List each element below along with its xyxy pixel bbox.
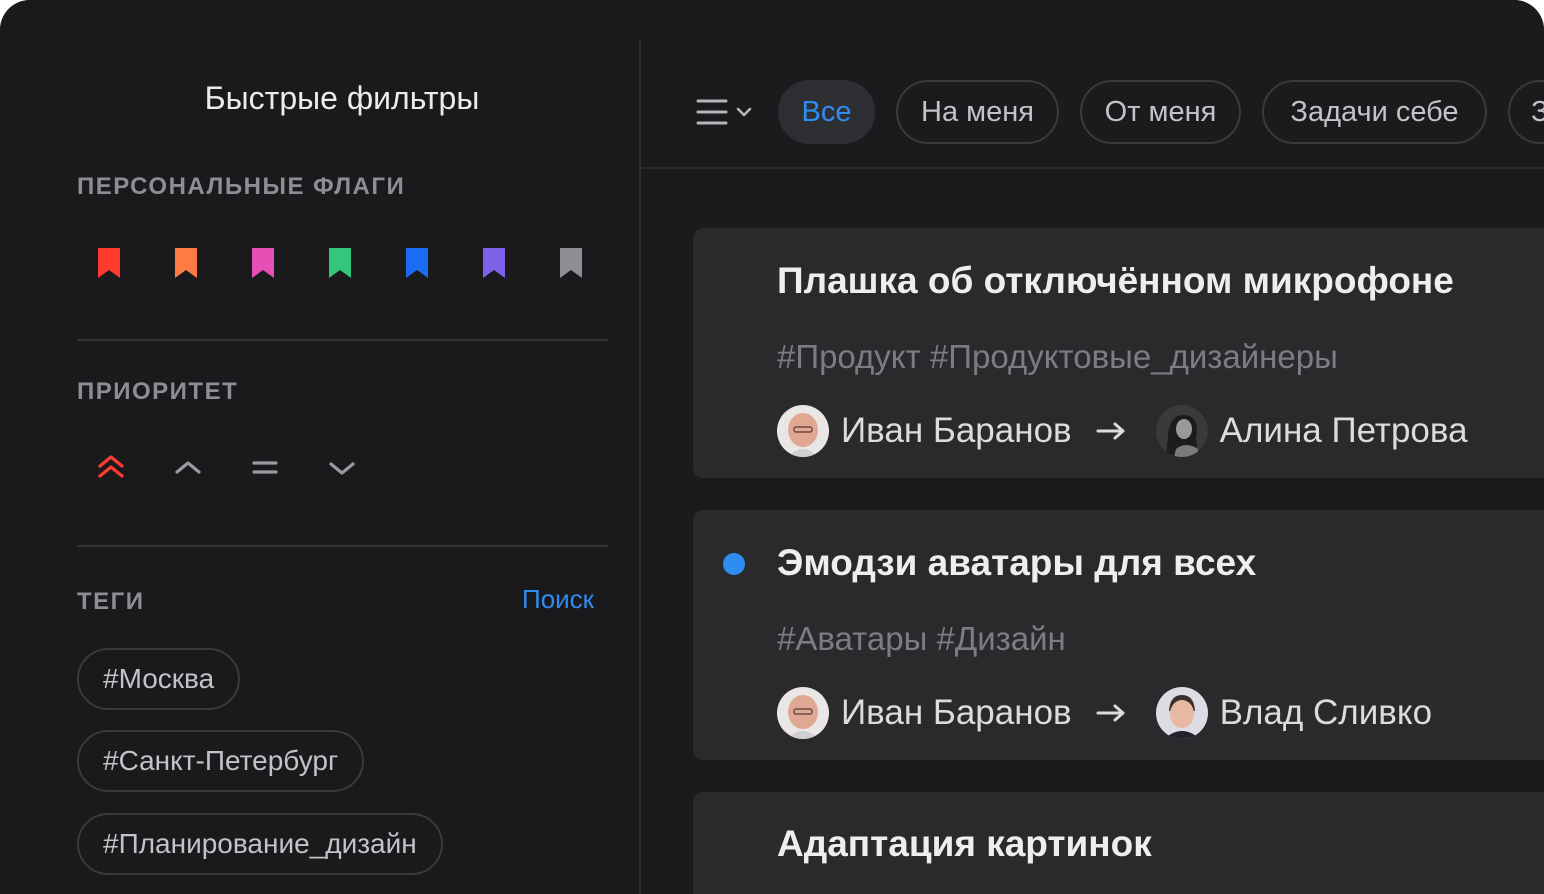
blue-flag-icon[interactable]: [404, 246, 430, 280]
task-assignment: Иван Баранов Алина Петрова: [777, 405, 1468, 457]
gray-flag-icon[interactable]: [558, 246, 584, 280]
task-title: Адаптация картинок: [777, 823, 1152, 864]
assignee-name: Влад Сливко: [1219, 693, 1433, 732]
author-name: Иван Баранов: [841, 411, 1072, 450]
orange-flag-icon[interactable]: [173, 246, 199, 280]
medium-priority-icon[interactable]: [250, 452, 280, 482]
arrow-right-icon: [1096, 422, 1125, 440]
sidebar-title: Быстрые фильтры: [204, 80, 480, 116]
green-flag-icon[interactable]: [327, 246, 353, 280]
high-priority-icon[interactable]: [173, 452, 203, 482]
personal-flags-label: ПЕРСОНАЛЬНЫЕ ФЛАГИ: [77, 173, 406, 200]
quick-filters-sidebar: Быстрые фильтры ПЕРСОНАЛЬНЫЕ ФЛАГИ ПРИОР…: [0, 0, 640, 894]
tag-chip[interactable]: #Планирование_дизайн: [77, 813, 443, 875]
task-card[interactable]: Эмодзи аватары для всех #Аватары #Дизайн…: [693, 510, 1544, 760]
task-assignment: Иван Баранов Влад Сливко: [777, 687, 1432, 739]
author-name: Иван Баранов: [841, 693, 1072, 732]
tab-from-me[interactable]: От меня: [1080, 80, 1241, 144]
priority-list: [96, 452, 357, 482]
assignee-name: Алина Петрова: [1219, 411, 1468, 450]
low-priority-icon[interactable]: [327, 452, 357, 482]
tag-chip[interactable]: #Санкт-Петербург: [77, 730, 365, 792]
app-window: Быстрые фильтры ПЕРСОНАЛЬНЫЕ ФЛАГИ ПРИОР…: [0, 0, 1544, 894]
tag-chip[interactable]: #Москва: [77, 648, 241, 710]
personal-flags-list: [96, 246, 584, 280]
task-card[interactable]: Адаптация картинок: [693, 792, 1544, 894]
tab-assigned-to-me[interactable]: На меня: [896, 80, 1059, 144]
tags-search-link[interactable]: Поиск: [522, 584, 594, 615]
task-tags: #Аватары #Дизайн: [777, 620, 1066, 657]
avatar: [1155, 687, 1208, 739]
section-divider: [77, 339, 608, 341]
tags-label: ТЕГИ: [77, 588, 145, 615]
highest-priority-icon[interactable]: [96, 452, 126, 482]
section-divider: [77, 545, 608, 547]
task-tags: #Продукт #Продуктовые_дизайнеры: [777, 338, 1338, 375]
tab-all[interactable]: Все: [778, 80, 875, 144]
unread-indicator: [723, 553, 745, 575]
arrow-right-icon: [1096, 704, 1125, 722]
pink-flag-icon[interactable]: [250, 246, 276, 280]
avatar: [777, 405, 829, 457]
red-flag-icon[interactable]: [96, 246, 122, 280]
purple-flag-icon[interactable]: [481, 246, 507, 280]
avatar: [1155, 405, 1208, 457]
task-title: Плашка об отключённом микрофоне: [777, 260, 1454, 301]
task-title: Эмодзи аватары для всех: [777, 542, 1257, 583]
header-divider: [641, 167, 1544, 169]
task-card[interactable]: Плашка об отключённом микрофоне #Продукт…: [693, 228, 1544, 478]
avatar: [777, 687, 829, 739]
menu-icon[interactable]: [696, 96, 756, 130]
priority-label: ПРИОРИТЕТ: [77, 378, 239, 405]
tab-self-tasks[interactable]: Задачи себе: [1262, 80, 1487, 144]
